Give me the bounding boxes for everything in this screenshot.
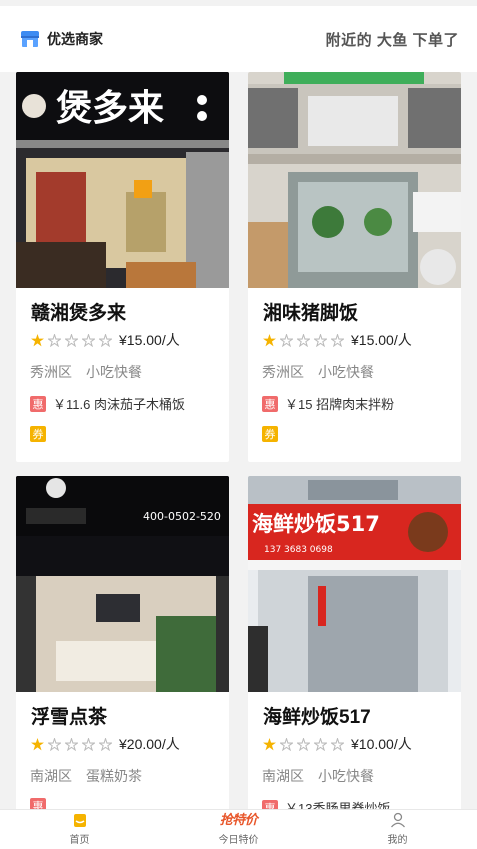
tab-home[interactable]: 首页 — [0, 810, 159, 849]
merchant-card[interactable]: 海鲜炒饭517 137 3683 0698 海鲜炒饭517 ¥10.00/人 南… — [248, 476, 461, 849]
merchant-name: 湘味猪脚饭 — [263, 303, 359, 324]
star-empty-icon — [314, 333, 327, 347]
storefront-photo: 400-0502-520 — [16, 476, 229, 692]
coupon-row: 券 — [262, 425, 278, 443]
tab-today-deals[interactable]: 抢特价 今日特价 — [159, 810, 318, 849]
coupon-badge: 券 — [262, 426, 278, 442]
star-empty-icon — [280, 737, 293, 751]
category-label: 小吃快餐 — [318, 364, 374, 380]
merchant-name: 浮雪点茶 — [31, 707, 108, 728]
coupon-badge: 券 — [30, 426, 46, 442]
star-empty-icon — [48, 737, 61, 751]
storefront-photo: 煲多来 — [16, 72, 229, 288]
merchant-name: 海鲜炒饭517 — [263, 707, 371, 728]
rating-row: ¥10.00/人 — [263, 734, 412, 754]
brand[interactable]: 优选商家 — [19, 28, 103, 50]
recent-order-notice: 附近的 大鱼 下单了 — [325, 31, 459, 49]
star-empty-icon — [65, 333, 78, 347]
star-empty-icon — [48, 333, 61, 347]
merchant-name: 赣湘煲多来 — [31, 303, 127, 324]
meta-row: 秀洲区 小吃快餐 — [30, 362, 142, 382]
deal-logo-icon: 抢特价 — [219, 812, 258, 827]
deal-badge: 惠 — [262, 395, 278, 412]
storefront-photo — [248, 72, 461, 288]
deal-text: ￥15 招牌肉末拌粉 — [285, 397, 395, 412]
star-empty-icon — [280, 333, 293, 347]
district-label: 南湖区 — [262, 768, 304, 784]
merchant-card[interactable]: 煲多来 赣湘煲多来 ¥15.00/人 秀洲区 小吃快餐 惠 ￥11.6 肉沫茄子… — [16, 72, 229, 462]
district-label: 南湖区 — [30, 768, 72, 784]
signboard-text: 海鲜炒饭517 — [252, 512, 380, 536]
star-filled-icon — [263, 333, 276, 346]
district-label: 秀洲区 — [262, 364, 304, 380]
star-empty-icon — [82, 737, 95, 751]
store-icon — [21, 31, 39, 47]
price-per-person: ¥15.00/人 — [351, 332, 412, 348]
tab-label: 今日特价 — [218, 835, 259, 846]
star-empty-icon — [99, 737, 112, 751]
price-per-person: ¥20.00/人 — [119, 736, 180, 752]
category-label: 蛋糕奶茶 — [86, 768, 142, 784]
star-filled-icon — [31, 333, 44, 346]
star-empty-icon — [82, 333, 95, 347]
sign-phone-text: 137 3683 0698 — [264, 545, 333, 555]
user-icon — [390, 812, 405, 828]
price-per-person: ¥15.00/人 — [119, 332, 180, 348]
coupon-row: 券 — [30, 425, 46, 443]
star-empty-icon — [331, 737, 344, 751]
bottom-tab-bar: 首页 抢特价 今日特价 我的 — [0, 809, 477, 849]
rating-row: ¥15.00/人 — [263, 330, 412, 350]
tab-label: 我的 — [387, 835, 408, 846]
category-label: 小吃快餐 — [86, 364, 142, 380]
star-empty-icon — [65, 737, 78, 751]
tab-label: 首页 — [69, 835, 90, 846]
storefront-photo: 海鲜炒饭517 137 3683 0698 — [248, 476, 461, 692]
phone-text: 400-0502-520 — [143, 510, 221, 523]
top-header: 优选商家 附近的 大鱼 下单了 — [0, 6, 477, 72]
star-filled-icon — [263, 737, 276, 750]
tab-mine[interactable]: 我的 — [318, 810, 477, 849]
merchant-card[interactable]: 400-0502-520 浮雪点茶 ¥20.00/人 南湖区 蛋糕奶茶 惠 — [16, 476, 229, 849]
deal-text: ￥11.6 肉沫茄子木桶饭 — [53, 397, 185, 412]
meta-row: 南湖区 小吃快餐 — [262, 766, 374, 786]
signboard-text: 煲多来 — [56, 88, 164, 129]
deal-row: 惠 ￥11.6 肉沫茄子木桶饭 — [30, 394, 185, 413]
rating-row: ¥15.00/人 — [31, 330, 180, 350]
category-label: 小吃快餐 — [318, 768, 374, 784]
district-label: 秀洲区 — [30, 364, 72, 380]
meta-row: 南湖区 蛋糕奶茶 — [30, 766, 142, 786]
star-empty-icon — [297, 333, 310, 347]
home-icon — [73, 814, 86, 827]
rating-row: ¥20.00/人 — [31, 734, 180, 754]
star-empty-icon — [331, 333, 344, 347]
star-filled-icon — [31, 737, 44, 750]
meta-row: 秀洲区 小吃快餐 — [262, 362, 374, 382]
star-empty-icon — [314, 737, 327, 751]
star-empty-icon — [99, 333, 112, 347]
deal-row: 惠 ￥15 招牌肉末拌粉 — [262, 394, 394, 413]
star-empty-icon — [297, 737, 310, 751]
merchant-card[interactable]: 湘味猪脚饭 ¥15.00/人 秀洲区 小吃快餐 惠 ￥15 招牌肉末拌粉 券 — [248, 72, 461, 462]
deal-badge: 惠 — [30, 395, 46, 412]
price-per-person: ¥10.00/人 — [351, 736, 412, 752]
brand-label: 优选商家 — [47, 31, 103, 47]
